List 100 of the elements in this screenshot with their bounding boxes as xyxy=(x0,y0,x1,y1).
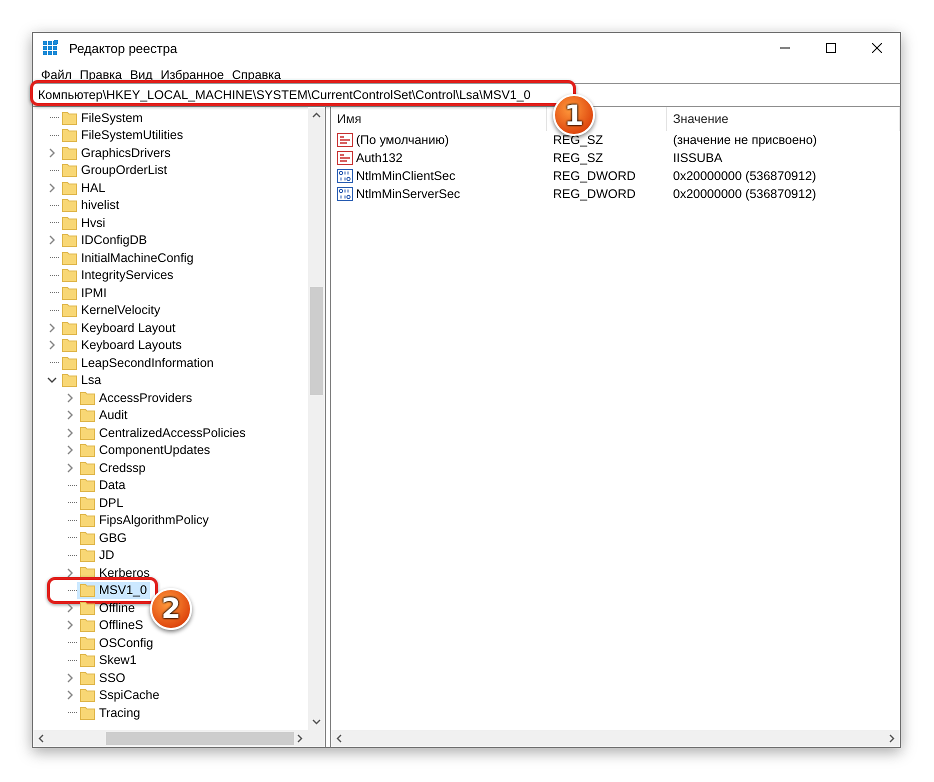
tree-item[interactable]: ComponentUpdates xyxy=(77,442,214,459)
tree-item[interactable]: Keyboard Layout xyxy=(59,319,179,336)
chevron-right-icon[interactable] xyxy=(66,568,74,578)
table-cell-text: REG_SZ xyxy=(552,133,604,147)
tree-item[interactable]: MSV1_0 xyxy=(77,582,150,599)
tree-item[interactable]: IntegrityServices xyxy=(59,266,176,284)
table-cell[interactable]: NtlmMinServerSec xyxy=(331,187,547,201)
tree-item[interactable]: SSO xyxy=(77,669,128,686)
chevron-right-icon[interactable] xyxy=(48,235,56,246)
tree-item[interactable]: Keyboard Layouts xyxy=(59,336,185,354)
horizontal-scrollbar[interactable] xyxy=(33,730,308,747)
tree-item[interactable]: IDConfigDB xyxy=(59,232,150,249)
menu-item[interactable]: Избранное xyxy=(158,68,230,83)
tree-item[interactable]: Hvsi xyxy=(59,214,108,232)
table-cell[interactable]: Auth132 xyxy=(331,151,547,165)
menu-item[interactable]: Справка xyxy=(230,68,287,83)
tree-item[interactable]: AccessProviders xyxy=(77,389,196,406)
tree-connector xyxy=(68,712,77,714)
menu-item[interactable]: Правка xyxy=(78,68,128,83)
folder-icon xyxy=(80,530,95,545)
tree-item[interactable]: KernelVelocity xyxy=(59,302,164,319)
menu-item[interactable]: Вид xyxy=(128,68,159,83)
tree-connector xyxy=(50,274,59,276)
scroll-left-icon[interactable] xyxy=(38,734,44,743)
tree-item[interactable]: LeapSecondInformation xyxy=(59,354,217,372)
tree-connector xyxy=(68,502,77,504)
chevron-right-icon[interactable] xyxy=(66,620,74,630)
chevron-right-icon[interactable] xyxy=(66,445,74,456)
table-cell[interactable]: NtlmMinClientSec xyxy=(331,169,547,183)
scroll-right-icon[interactable] xyxy=(889,734,895,743)
tree-item[interactable]: Audit xyxy=(77,406,130,424)
tree-item[interactable]: GBG xyxy=(77,529,130,546)
scrollbar-thumb[interactable] xyxy=(106,732,294,745)
scroll-right-icon[interactable] xyxy=(297,734,303,743)
window-title: Редактор реестра xyxy=(69,40,178,56)
folder-icon xyxy=(80,408,95,422)
tree-item[interactable]: GroupOrderList xyxy=(59,162,170,179)
folder-icon xyxy=(80,478,95,492)
tree-item[interactable]: CentralizedAccessPolicies xyxy=(77,424,249,442)
column-header[interactable]: Имя xyxy=(331,107,547,131)
tree-item[interactable]: Data xyxy=(77,476,128,494)
scroll-left-icon[interactable] xyxy=(336,734,342,743)
tree-connector xyxy=(68,642,77,644)
tree-item[interactable]: IPMI xyxy=(59,284,110,302)
chevron-down-icon[interactable] xyxy=(47,376,57,384)
table-cell[interactable]: (По умолчанию) xyxy=(331,133,547,147)
tree-item[interactable]: FileSystem xyxy=(59,109,146,126)
tree-item[interactable]: Credssp xyxy=(77,459,149,476)
scroll-up-icon[interactable] xyxy=(312,112,321,118)
scroll-down-icon[interactable] xyxy=(312,719,321,725)
tree-item[interactable]: SspiCache xyxy=(77,686,162,704)
folder-icon xyxy=(80,390,95,405)
tree-item[interactable]: FileSystemUtilities xyxy=(59,126,186,144)
horizontal-scrollbar[interactable] xyxy=(331,730,900,747)
tree-item[interactable]: FipsAlgorithmPolicy xyxy=(77,512,212,529)
chevron-right-icon[interactable] xyxy=(66,690,74,700)
chevron-right-icon[interactable] xyxy=(66,602,74,613)
folder-icon xyxy=(62,180,77,195)
menu-item[interactable]: Файл xyxy=(39,68,78,83)
step-badge: 1 xyxy=(553,94,595,136)
tree-item[interactable]: JD xyxy=(77,546,118,564)
chevron-right-icon[interactable] xyxy=(66,392,74,403)
column-header[interactable]: Значение xyxy=(667,107,900,131)
tree-item[interactable]: Kerberos xyxy=(77,564,153,582)
chevron-right-icon[interactable] xyxy=(48,322,56,333)
folder-icon xyxy=(62,268,77,282)
tree-item[interactable]: hivelist xyxy=(59,196,122,214)
tree-connector xyxy=(68,484,77,486)
step-badge: 2 xyxy=(150,588,192,630)
tree-item[interactable]: OSConfig xyxy=(77,634,156,652)
binary-value-icon xyxy=(337,169,353,183)
tree-connector xyxy=(50,117,59,118)
tree-item[interactable]: DPL xyxy=(77,494,126,512)
folder-icon xyxy=(80,670,95,685)
tree-item[interactable]: Tracing xyxy=(77,704,144,722)
address-field[interactable]: Компьютер\HKEY_LOCAL_MACHINE\SYSTEM\CurrentControlSet\Control\Lsa\MSV1_0 xyxy=(36,87,533,103)
chevron-right-icon[interactable] xyxy=(48,148,56,158)
tree-connector xyxy=(68,660,77,661)
folder-icon xyxy=(80,548,95,562)
tree-item[interactable]: GraphicsDrivers xyxy=(59,144,174,162)
tree-item[interactable]: OfflineS xyxy=(77,616,146,634)
tree-item[interactable]: Offline xyxy=(77,599,138,616)
chevron-right-icon[interactable] xyxy=(66,410,74,420)
chevron-right-icon[interactable] xyxy=(66,672,74,683)
table-cell-text: REG_DWORD xyxy=(552,169,637,183)
chevron-right-icon[interactable] xyxy=(66,428,74,438)
table-cell-text: (значение не присвоено) xyxy=(672,133,818,147)
scrollbar-thumb[interactable] xyxy=(310,287,323,395)
vertical-scrollbar[interactable] xyxy=(308,107,325,730)
chevron-right-icon[interactable] xyxy=(66,462,74,473)
chevron-right-icon[interactable] xyxy=(48,182,56,193)
tree-item[interactable]: HAL xyxy=(59,179,108,196)
folder-icon xyxy=(80,636,95,650)
tree-item[interactable]: Skew1 xyxy=(77,652,140,669)
tree-item[interactable]: InitialMachineConfig xyxy=(59,249,197,266)
maximize-icon xyxy=(826,43,836,53)
folder-icon xyxy=(80,460,95,475)
tree-item[interactable]: Lsa xyxy=(59,372,104,389)
folder-icon xyxy=(62,216,77,230)
chevron-right-icon[interactable] xyxy=(48,340,56,350)
